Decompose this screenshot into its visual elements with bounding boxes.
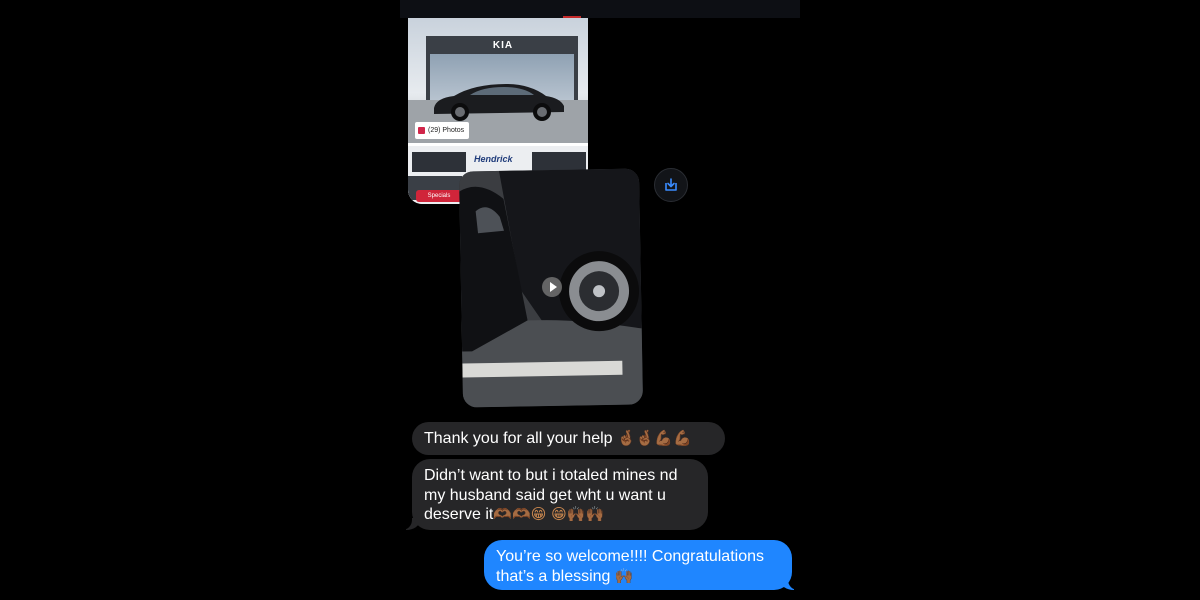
photos-badge-label: (29) Photos xyxy=(428,127,465,134)
message-emoji: 🙌🏾 xyxy=(614,566,634,585)
specials-label: Specials xyxy=(427,193,451,199)
message-emoji: 🫶🏾🫶🏾😁 😁🙌🏾🙌🏾 xyxy=(493,505,605,523)
status-bar xyxy=(400,0,800,18)
photos-badge[interactable]: (29) Photos xyxy=(415,122,469,139)
listing-thumbnail xyxy=(412,152,466,172)
message-bubble-received[interactable]: Didn’t want to but i totaled mines nd my… xyxy=(412,459,708,530)
download-icon xyxy=(665,178,677,191)
car-image xyxy=(434,84,564,121)
photo-icon xyxy=(418,127,425,134)
message-bubble-received[interactable]: Thank you for all your help 🤞🏾🤞🏾💪🏾💪🏾 xyxy=(412,422,725,455)
message-bubble-sent[interactable]: You’re so welcome!!!! Congratulations th… xyxy=(484,540,792,590)
specials-badge: Specials xyxy=(416,190,462,202)
dealer-name: Hendrick xyxy=(474,154,513,164)
dealer-logo: KIA xyxy=(492,40,514,51)
message-emoji: 🤞🏾🤞🏾💪🏾💪🏾 xyxy=(617,429,692,447)
message-text: Thank you for all your help xyxy=(424,430,613,447)
save-media-button[interactable] xyxy=(654,168,688,202)
play-icon[interactable] xyxy=(542,277,562,297)
